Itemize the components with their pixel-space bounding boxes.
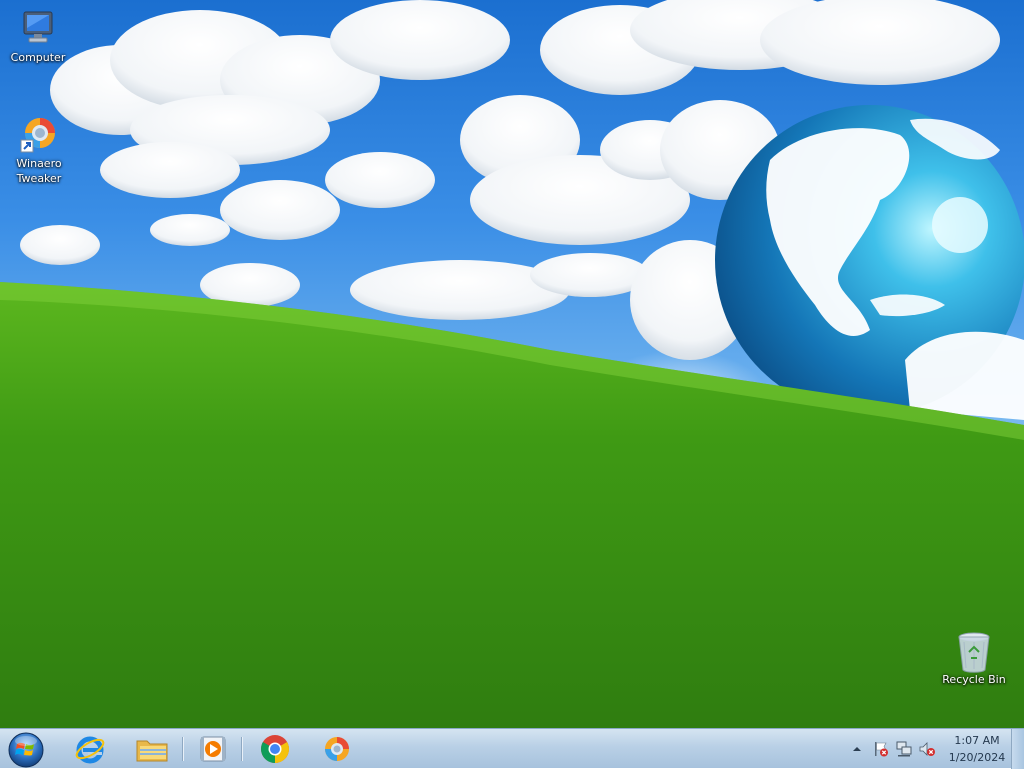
action-center-flag-icon[interactable] [872,740,890,758]
desktop[interactable]: Computer Winaero Tweaker Recycle Bin [0,0,1024,728]
taskbar-button-winaero-tweaker[interactable] [312,731,362,767]
taskbar-button-chrome[interactable] [250,731,300,767]
desktop-icon-computer[interactable]: Computer [0,8,76,65]
computer-icon [18,8,58,48]
file-explorer-icon [136,740,168,762]
start-button[interactable] [4,730,48,768]
system-tray: 1:07 AM 1/20/2024 [844,729,1024,769]
taskbar-clock[interactable]: 1:07 AM 1/20/2024 [947,732,1007,766]
desktop-icon-winaero-tweaker[interactable]: Winaero Tweaker [1,114,77,186]
taskbar-separator [182,737,183,761]
winaero-tweaker-icon [325,737,349,761]
network-icon[interactable] [895,740,913,758]
start-orb-icon [8,732,44,768]
desktop-icon-label: Winaero Tweaker [16,157,62,185]
recycle-bin-icon [954,630,994,673]
taskbar-button-media-player[interactable] [188,731,238,767]
winaero-tweaker-icon [19,114,59,154]
globe [715,105,1024,420]
clock-time: 1:07 AM [954,734,1000,747]
desktop-icon-label: Recycle Bin [942,673,1006,686]
show-desktop-button[interactable] [1011,729,1024,769]
desktop-icon-label: Computer [10,51,66,64]
desktop-icon-recycle-bin[interactable]: Recycle Bin [936,630,1012,687]
taskbar-separator [241,737,242,761]
taskbar-button-file-explorer[interactable] [126,731,176,767]
volume-muted-icon[interactable] [918,740,936,758]
internet-explorer-icon [75,736,105,764]
chrome-icon [261,735,289,763]
media-player-icon [200,736,226,762]
clock-date: 1/20/2024 [948,751,1006,764]
show-hidden-icons-arrow[interactable] [848,740,866,758]
taskbar[interactable]: 1:07 AM 1/20/2024 [0,728,1024,769]
taskbar-button-internet-explorer[interactable] [65,731,115,767]
wallpaper [0,0,1024,728]
